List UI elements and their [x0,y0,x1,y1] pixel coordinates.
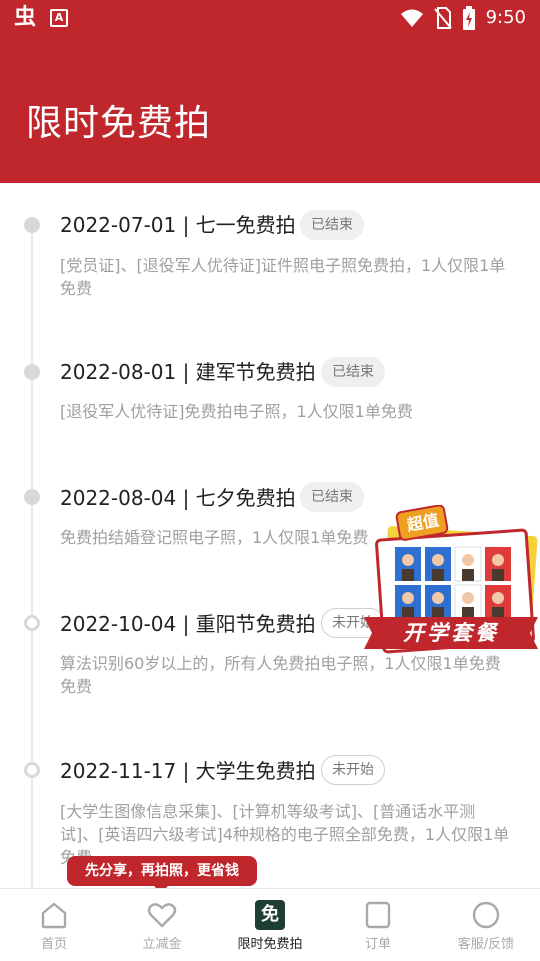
nav-item-home[interactable]: 首页 [0,889,108,961]
status-badge: 已结束 [321,357,385,387]
nav-item-service[interactable]: 客服/反馈 [432,889,540,961]
nav-label: 订单 [364,937,391,952]
nav-label: 立减金 [142,937,182,952]
promo-banner-label: 开学套餐 [403,621,499,645]
timeline-dot [24,615,40,631]
app-notification-icon: 虫 [14,5,37,30]
nav-item-free-shoot[interactable]: 免 限时免费拍 [216,889,324,961]
nav-item-discount[interactable]: 立减金 [108,889,216,961]
nav-label: 首页 [40,937,67,952]
no-sim-icon [433,7,452,29]
order-icon [365,901,391,929]
timeline-dot [24,489,40,505]
battery-charging-icon [462,6,475,30]
timeline-dot [24,762,40,778]
status-badge: 已结束 [300,482,364,512]
heart-icon [147,903,177,928]
status-badge: 未开始 [321,755,385,785]
event-title: 2022-10-04 | 重阳节免费拍 [60,612,316,636]
bottom-nav: 首页 立减金 免 限时免费拍 订单 客服/反馈 [0,888,540,960]
back-to-school-promo-banner[interactable]: 超值 开学套餐 [362,504,540,671]
event-title: 2022-08-01 | 建军节免费拍 [60,360,316,384]
nav-label: 限时免费拍 [237,937,303,952]
timeline-dot [24,364,40,380]
nav-item-orders[interactable]: 订单 [324,889,432,961]
service-icon [472,901,500,929]
timeline-dot [24,217,40,233]
share-tip-tooltip: 先分享，再拍照，更省钱 [67,856,257,893]
status-time: 9:50 [485,7,526,28]
page-header: 限时免费拍 [0,38,540,183]
event-title: 2022-07-01 | 七一免费拍 [60,213,296,237]
event-description: [退役军人优待证]免费拍电子照，1人仅限1单免费 [60,402,413,421]
nav-label: 客服/反馈 [457,937,515,952]
page-title: 限时免费拍 [26,103,212,144]
event-title: 2022-08-04 | 七夕免费拍 [60,486,296,510]
free-badge-text: 免 [261,904,279,925]
wifi-icon [400,9,423,27]
event-description: [党员证]、[退役军人优待证]证件照电子照免费拍，1人仅限1单免费 [60,256,506,298]
timeline-line [31,219,33,888]
free-badge-icon: 免 [255,900,285,930]
a-notification-icon: A [50,9,69,27]
status-badge: 已结束 [300,210,364,240]
home-icon [41,902,67,929]
status-bar: 虫 A 9:50 [0,0,540,38]
event-title: 2022-11-17 | 大学生免费拍 [60,759,316,783]
